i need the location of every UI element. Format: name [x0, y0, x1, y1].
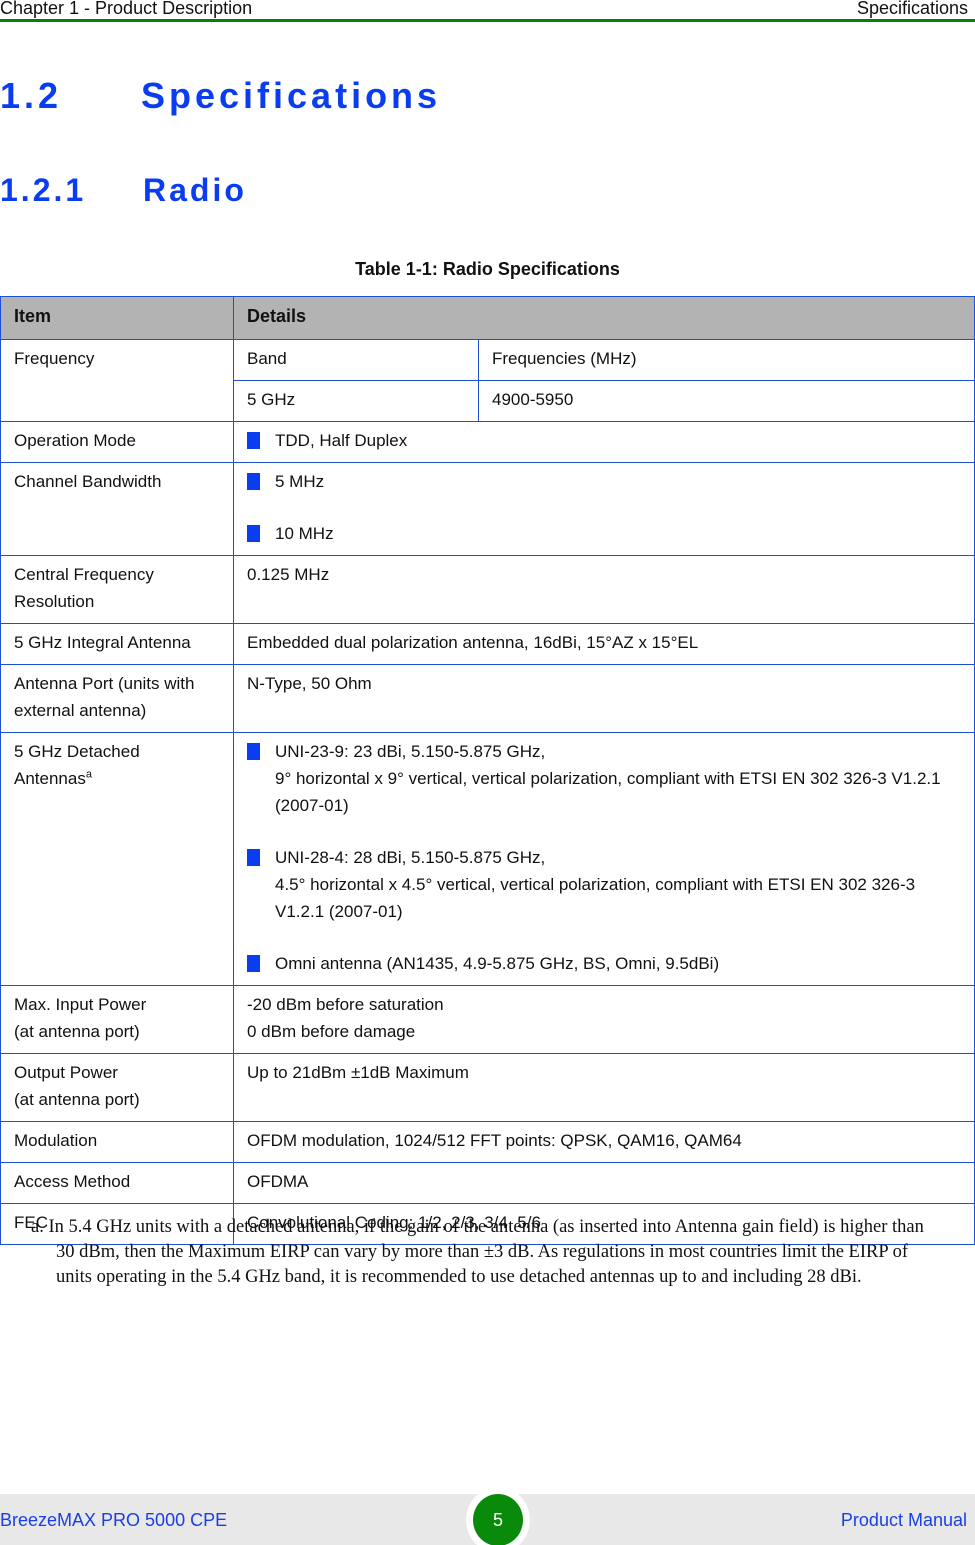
bullet-list: UNI-23-9: 23 dBi, 5.150-5.875 GHz, 9° ho…	[247, 738, 962, 977]
bullet-list: 5 MHz 10 MHz	[247, 468, 962, 547]
table-row: Access Method OFDMA	[0, 1162, 975, 1204]
item-cell: Channel Bandwidth	[0, 462, 234, 556]
item-cell: Output Power (at antenna port)	[0, 1053, 234, 1122]
running-footer: BreezeMAX PRO 5000 CPE 5 Product Manual	[0, 1487, 975, 1545]
product-name: BreezeMAX PRO 5000 CPE	[0, 1510, 228, 1530]
antenna-description: 4.5° horizontal x 4.5° vertical, vertica…	[275, 875, 916, 921]
section-number: 1.2	[0, 75, 63, 116]
item-cell: Antenna Port (units with external antenn…	[0, 664, 234, 733]
running-header: Chapter 1 - Product Description Specific…	[0, 0, 975, 22]
column-header-item: Item	[0, 296, 234, 340]
details-cell: 5 MHz 10 MHz	[233, 462, 975, 556]
table-header-row: Item Details	[0, 296, 975, 340]
detail-line: 0 dBm before damage	[247, 1022, 416, 1041]
bullet-list: TDD, Half Duplex	[247, 427, 962, 454]
table-row: Frequency Band Frequencies (MHz)	[0, 339, 975, 422]
document-type: Product Manual	[840, 1510, 967, 1530]
section-title: Specifications	[856, 0, 968, 18]
sub-header-frequencies: Frequencies (MHz)	[478, 339, 975, 381]
section-heading: 1.2 Specifications	[0, 75, 441, 117]
chapter-title: Chapter 1 - Product Description	[0, 0, 253, 18]
table-row: Central Frequency Resolution 0.125 MHz	[0, 555, 975, 624]
bullet-item: 5 MHz	[247, 468, 962, 495]
detail-line: -20 dBm before saturation	[247, 995, 444, 1014]
footnote-marker[interactable]: a	[86, 768, 92, 780]
details-cell: -20 dBm before saturation 0 dBm before d…	[233, 985, 975, 1054]
item-label: 5 GHz Detached Antennas	[14, 742, 140, 788]
frequency-value: 4900-5950	[478, 380, 975, 422]
item-cell: Central Frequency Resolution	[0, 555, 234, 624]
table-row: Antenna Port (units with external antenn…	[0, 664, 975, 733]
table-caption: Table 1-1: Radio Specifications	[355, 259, 620, 279]
table-row: Channel Bandwidth 5 MHz 10 MHz	[0, 462, 975, 556]
item-cell: Access Method	[0, 1162, 234, 1204]
details-cell: Up to 21dBm ±1dB Maximum	[233, 1053, 975, 1122]
subsection-number: 1.2.1	[0, 172, 87, 208]
footnote-text: In 5.4 GHz units with a detached antenna…	[48, 1217, 924, 1287]
footnote-mark: a.	[31, 1217, 44, 1237]
table-row: Operation Mode TDD, Half Duplex	[0, 421, 975, 463]
antenna-model: UNI-23-9: 23 dBi, 5.150-5.875 GHz,	[275, 742, 546, 761]
bullet-item: UNI-28-4: 28 dBi, 5.150-5.875 GHz, 4.5° …	[247, 844, 962, 925]
bullet-item: 10 MHz	[247, 520, 962, 547]
item-cell: Modulation	[0, 1121, 234, 1163]
table-row: Modulation OFDM modulation, 1024/512 FFT…	[0, 1121, 975, 1163]
antenna-description: 9° horizontal x 9° vertical, vertical po…	[275, 769, 941, 815]
radio-spec-table: Item Details Frequency Band Frequencies …	[0, 296, 975, 1245]
table-row: Max. Input Power (at antenna port) -20 d…	[0, 985, 975, 1054]
item-cell: Operation Mode	[0, 421, 234, 463]
column-header-details: Details	[233, 296, 975, 340]
details-cell: UNI-23-9: 23 dBi, 5.150-5.875 GHz, 9° ho…	[233, 732, 975, 986]
sub-header-band: Band	[233, 339, 479, 381]
bullet-item: TDD, Half Duplex	[247, 427, 962, 454]
details-cell: N-Type, 50 Ohm	[233, 664, 975, 733]
bullet-item: UNI-23-9: 23 dBi, 5.150-5.875 GHz, 9° ho…	[247, 738, 962, 819]
details-cell: OFDM modulation, 1024/512 FFT points: QP…	[233, 1121, 975, 1163]
item-cell: Max. Input Power (at antenna port)	[0, 985, 234, 1054]
antenna-model: UNI-28-4: 28 dBi, 5.150-5.875 GHz,	[275, 848, 546, 867]
table-row: Output Power (at antenna port) Up to 21d…	[0, 1053, 975, 1122]
item-cell: 5 GHz Detached Antennasa	[0, 732, 234, 986]
table-row: 5 GHz Integral Antenna Embedded dual pol…	[0, 623, 975, 665]
item-label: Max. Input Power	[14, 995, 147, 1014]
item-label: Output Power	[14, 1063, 118, 1082]
item-label-qualifier: (at antenna port)	[14, 1022, 140, 1041]
item-cell: Frequency	[0, 339, 234, 422]
item-cell: 5 GHz Integral Antenna	[0, 623, 234, 665]
footnote: a. In 5.4 GHz units with a detached ante…	[31, 1215, 946, 1290]
antenna-model: Omni antenna (AN1435, 4.9-5.875 GHz, BS,…	[275, 954, 720, 973]
subsection-title-text: Radio	[143, 172, 247, 208]
details-cell: TDD, Half Duplex	[233, 421, 975, 463]
page-number: 5	[473, 1494, 523, 1545]
details-cell: Embedded dual polarization antenna, 16dB…	[233, 623, 975, 665]
page-number-badge: 5	[466, 1487, 530, 1545]
section-title-text: Specifications	[141, 75, 442, 116]
band-value: 5 GHz	[233, 380, 479, 422]
details-cell: 0.125 MHz	[233, 555, 975, 624]
item-label-qualifier: (at antenna port)	[14, 1090, 140, 1109]
subsection-heading: 1.2.1 Radio	[0, 172, 247, 209]
table-row: 5 GHz Detached Antennasa UNI-23-9: 23 dB…	[0, 732, 975, 986]
details-cell: OFDMA	[233, 1162, 975, 1204]
bullet-item: Omni antenna (AN1435, 4.9-5.875 GHz, BS,…	[247, 950, 962, 977]
